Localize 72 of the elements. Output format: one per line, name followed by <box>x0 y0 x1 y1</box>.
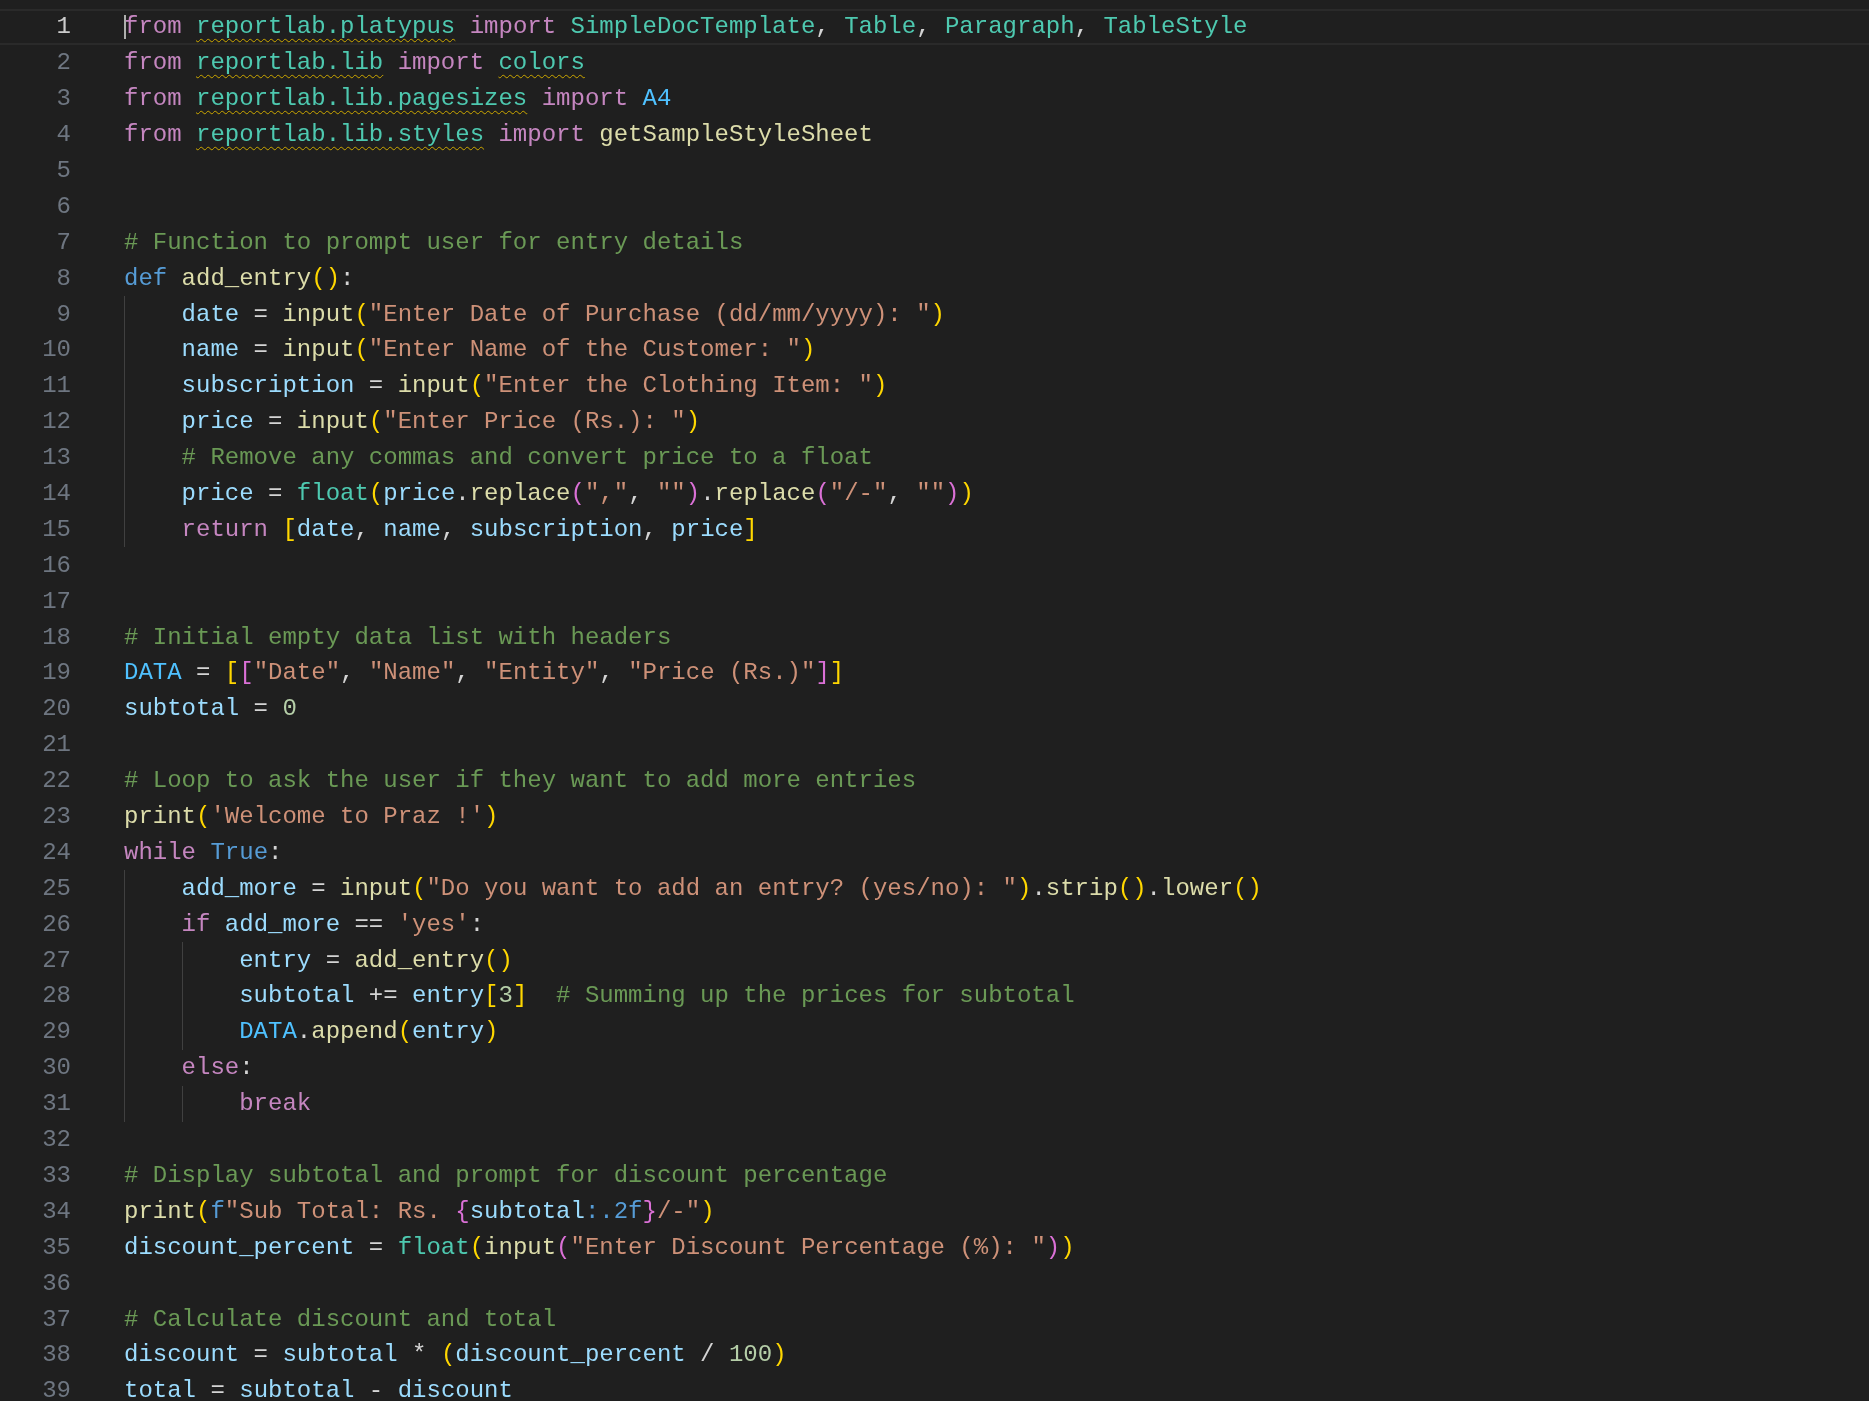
line-number: 11 <box>41 372 71 400</box>
line-number: 15 <box>41 515 71 543</box>
line-number: 34 <box>41 1197 71 1225</box>
code-line[interactable]: total = subtotal - discount <box>124 1377 513 1401</box>
code-line[interactable]: # Remove any commas and convert price to a float <box>124 444 873 472</box>
line-number: 33 <box>41 1161 71 1189</box>
line-number: 1 <box>55 13 71 41</box>
line-number: 35 <box>41 1233 71 1261</box>
line-number: 24 <box>41 838 71 866</box>
line-number: 39 <box>41 1377 71 1401</box>
code-line[interactable]: price = input("Enter Price (Rs.): ") <box>124 408 701 436</box>
code-line[interactable]: # Calculate discount and total <box>124 1305 557 1333</box>
line-number: 37 <box>41 1305 71 1333</box>
line-number: 2 <box>55 49 71 77</box>
line-number: 38 <box>41 1341 71 1369</box>
line-number: 16 <box>41 551 71 579</box>
line-number: 17 <box>41 587 71 615</box>
line-number: 10 <box>41 336 71 364</box>
text-cursor <box>124 15 126 39</box>
line-number: 18 <box>41 623 71 651</box>
line-number: 9 <box>55 300 71 328</box>
line-number: 23 <box>41 803 71 831</box>
line-number: 22 <box>41 767 71 795</box>
code-line[interactable]: date = input("Enter Date of Purchase (dd/mm/yyyy): ") <box>124 300 945 328</box>
line-number: 28 <box>41 982 71 1010</box>
line-number: 21 <box>41 731 71 759</box>
line-number: 19 <box>41 659 71 687</box>
code-line[interactable]: name = input("Enter Name of the Customer: ") <box>124 336 816 364</box>
code-line[interactable]: add_more = input("Do you want to add an entry? (yes/no): ").strip().lower() <box>124 874 1262 902</box>
line-number: 5 <box>55 157 71 184</box>
code-line[interactable]: # Function to prompt user for entry details <box>124 228 744 256</box>
code-line[interactable]: # Initial empty data list with headers <box>124 623 672 651</box>
code-line[interactable]: price = float(price.replace(",", "").replace("/-", "")) <box>124 480 974 507</box>
code-line[interactable]: discount_percent = float(input("Enter Discount Percentage (%): ")) <box>124 1233 1075 1261</box>
line-number: 20 <box>41 695 71 723</box>
line-number: 29 <box>41 1018 71 1046</box>
line-number: 32 <box>41 1126 71 1154</box>
code-line[interactable]: subtotal = 0 <box>124 695 297 723</box>
line-number: 6 <box>55 192 71 220</box>
code-line[interactable]: else: <box>124 1054 254 1082</box>
code-line[interactable]: DATA = [["Date", "Name", "Entity", "Price (Rs.)"]] <box>124 659 845 687</box>
line-number: 30 <box>41 1054 71 1082</box>
code-line[interactable]: if add_more == 'yes': <box>124 910 485 938</box>
code-line[interactable]: while True: <box>124 838 283 866</box>
code-line[interactable]: # Loop to ask the user if they want to add more entries <box>124 767 917 795</box>
line-number: 3 <box>55 85 71 113</box>
code-line[interactable]: from reportlab.platypus import SimpleDocTemplate, Table, Paragraph, TableStyle <box>124 13 1248 41</box>
line-number: 14 <box>41 480 71 507</box>
line-number: 4 <box>55 121 71 149</box>
line-number: 8 <box>55 264 71 292</box>
code-line[interactable]: discount = subtotal * (discount_percent / 100) <box>124 1341 787 1369</box>
code-line[interactable]: subtotal += entry[3] # Summing up the prices for subtotal <box>124 982 1075 1010</box>
line-number: 13 <box>41 444 71 472</box>
line-number: 7 <box>55 228 71 256</box>
line-number: 25 <box>41 874 71 902</box>
code-line[interactable]: print(f"Sub Total: Rs. {subtotal:.2f}/-") <box>124 1197 715 1225</box>
code-line[interactable]: return [date, name, subscription, price] <box>124 515 758 543</box>
code-line[interactable]: # Display subtotal and prompt for discount percentage <box>124 1161 888 1189</box>
code-line[interactable]: subscription = input("Enter the Clothing Item: ") <box>124 372 888 400</box>
code-line[interactable]: from reportlab.lib.pagesizes import A4 <box>124 85 672 113</box>
line-number: 26 <box>41 910 71 938</box>
code-line[interactable]: def add_entry(): <box>124 264 355 292</box>
code-line[interactable]: entry = add_entry() <box>124 946 513 974</box>
line-number: 27 <box>41 946 71 974</box>
line-number: 12 <box>41 408 71 436</box>
line-number: 31 <box>41 1090 71 1118</box>
code-line[interactable]: print('Welcome to Praz !') <box>124 803 499 831</box>
code-line[interactable]: DATA.append(entry) <box>124 1018 499 1046</box>
code-line[interactable]: from reportlab.lib import colors <box>124 49 585 77</box>
code-line[interactable]: from reportlab.lib.styles import getSampleStyleSheet <box>124 121 873 149</box>
line-number: 36 <box>41 1269 71 1297</box>
code-line[interactable]: break <box>124 1090 312 1118</box>
